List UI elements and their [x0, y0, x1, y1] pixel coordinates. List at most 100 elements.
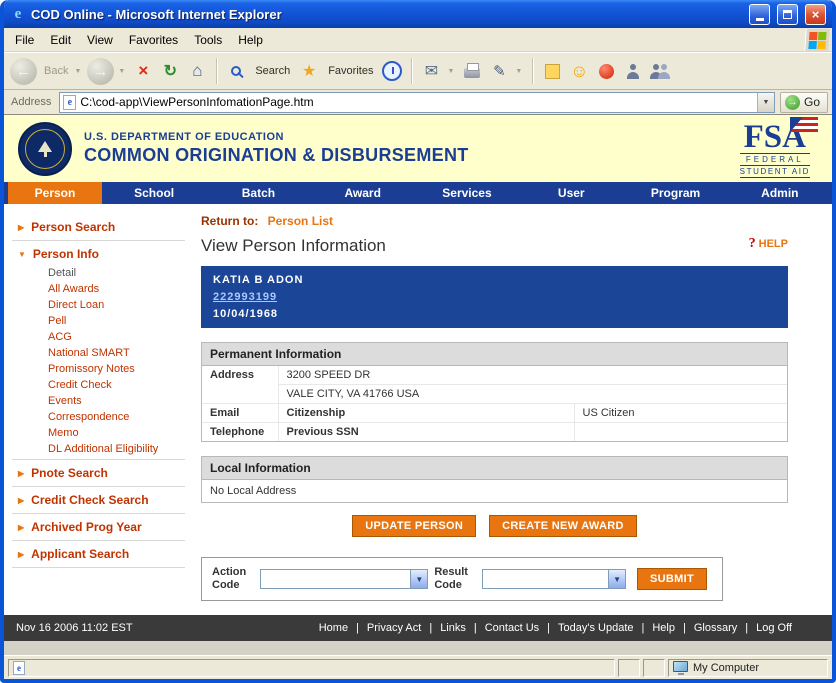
menu-favorites[interactable]: Favorites: [121, 30, 186, 50]
sidebar-subitem-correspondence[interactable]: Correspondence: [12, 409, 185, 425]
address-input[interactable]: [80, 95, 753, 109]
minimize-button[interactable]: [749, 4, 770, 25]
menu-file[interactable]: File: [7, 30, 42, 50]
mail-dropdown-icon[interactable]: ▼: [447, 68, 454, 75]
previous-ssn-label: Previous SSN: [278, 423, 574, 442]
people-button[interactable]: [648, 58, 672, 84]
messenger-button[interactable]: ☺: [567, 58, 591, 84]
action-code-select[interactable]: ▼: [260, 569, 429, 589]
address-dropdown-button[interactable]: ▼: [757, 93, 774, 112]
close-button[interactable]: ×: [805, 4, 826, 25]
sidebar-subitem-direct-loan[interactable]: Direct Loan: [12, 297, 185, 313]
toolbar-divider: [216, 58, 217, 84]
sidebar-item-archived-prog-year[interactable]: ▶ Archived Prog Year: [12, 516, 185, 538]
status-zone-pane: My Computer: [668, 659, 828, 677]
forward-dropdown-icon[interactable]: ▼: [118, 68, 125, 75]
sidebar-item-pnote-search[interactable]: ▶ Pnote Search: [12, 462, 185, 484]
smiley-icon: ☺: [570, 61, 588, 82]
sidebar-subitem-credit-check[interactable]: Credit Check: [12, 377, 185, 393]
back-button[interactable]: ←: [10, 58, 37, 85]
favorites-button[interactable]: ★: [297, 58, 321, 84]
sidebar-subitem-memo[interactable]: Memo: [12, 425, 185, 441]
sidebar-subitem-national-smart[interactable]: National SMART: [12, 345, 185, 361]
sidebar-subitem-pell[interactable]: Pell: [12, 313, 185, 329]
menu-edit[interactable]: Edit: [42, 30, 79, 50]
footer-link-todays-update[interactable]: Today's Update: [558, 622, 633, 634]
status-page-icon: e: [13, 661, 25, 675]
menu-help[interactable]: Help: [230, 30, 271, 50]
history-button[interactable]: [380, 58, 404, 84]
help-label: HELP: [759, 238, 788, 250]
result-code-select[interactable]: ▼: [482, 569, 626, 589]
fsa-federal: FEDERAL: [740, 153, 810, 166]
nav-tab-program[interactable]: Program: [623, 182, 727, 204]
fsa-flag-icon: [790, 117, 818, 132]
footer-link-help[interactable]: Help: [652, 622, 675, 634]
refresh-button[interactable]: ↻: [158, 58, 182, 84]
person-icon: [626, 64, 640, 79]
go-button[interactable]: → Go: [780, 92, 828, 113]
footer-link-log-off[interactable]: Log Off: [756, 622, 792, 634]
nav-tab-person[interactable]: Person: [8, 182, 102, 204]
contacts-button[interactable]: [621, 58, 645, 84]
sidebar-subitem-events[interactable]: Events: [12, 393, 185, 409]
create-new-award-button[interactable]: CREATE NEW AWARD: [489, 515, 637, 537]
mail-button[interactable]: ✉: [419, 58, 443, 84]
help-button[interactable]: ? HELP: [749, 236, 788, 252]
my-computer-label: My Computer: [693, 662, 759, 674]
sidebar-subitem-acg[interactable]: ACG: [12, 329, 185, 345]
update-person-button[interactable]: UPDATE PERSON: [352, 515, 476, 537]
print-button[interactable]: [460, 58, 484, 84]
forward-button[interactable]: →: [87, 58, 114, 85]
notes-button[interactable]: [540, 58, 564, 84]
arrow-right-icon: ▶: [18, 469, 24, 478]
footer-link-privacy-act[interactable]: Privacy Act: [367, 622, 421, 634]
search-button[interactable]: [224, 58, 248, 84]
footer-link-links[interactable]: Links: [440, 622, 466, 634]
maximize-button[interactable]: [777, 4, 798, 25]
person-ssn-link[interactable]: 222993199: [213, 291, 277, 303]
stop-icon: ×: [138, 61, 148, 81]
footer-link-glossary[interactable]: Glossary: [694, 622, 737, 634]
sidebar-item-person-info[interactable]: ▼ Person Info: [12, 243, 185, 265]
media-button[interactable]: [594, 58, 618, 84]
footer-link-contact-us[interactable]: Contact Us: [485, 622, 539, 634]
action-code-form: Action Code ▼ Result Code ▼ SUBMIT: [201, 557, 723, 601]
menu-view[interactable]: View: [79, 30, 121, 50]
sidebar-item-credit-check-search[interactable]: ▶ Credit Check Search: [12, 489, 185, 511]
home-button[interactable]: ⌂: [185, 58, 209, 84]
person-list-link[interactable]: Person List: [268, 214, 333, 228]
sidebar-subitem-all-awards[interactable]: All Awards: [12, 281, 185, 297]
edit-dropdown-icon[interactable]: ▼: [515, 68, 522, 75]
footer-link-home[interactable]: Home: [319, 622, 348, 634]
menu-tools[interactable]: Tools: [186, 30, 230, 50]
permanent-information-table: Address 3200 SPEED DR VALE CITY, VA 4176…: [202, 366, 787, 441]
sidebar-subitem-promissory-notes[interactable]: Promissory Notes: [12, 361, 185, 377]
submit-button[interactable]: SUBMIT: [637, 568, 707, 590]
edit-button[interactable]: ✎: [487, 58, 511, 84]
arrow-down-icon: ▼: [18, 250, 26, 259]
nav-tab-admin[interactable]: Admin: [728, 182, 832, 204]
refresh-icon: ↻: [164, 61, 177, 81]
nav-tab-award[interactable]: Award: [311, 182, 415, 204]
maximize-icon: [783, 10, 792, 19]
window-title: COD Online - Microsoft Internet Explorer: [31, 7, 742, 22]
address-line1: 3200 SPEED DR: [278, 366, 787, 385]
toolbar-divider: [532, 58, 533, 84]
sidebar-item-applicant-search[interactable]: ▶ Applicant Search: [12, 543, 185, 565]
permanent-information-panel: Permanent Information Address 3200 SPEED…: [201, 342, 788, 442]
nav-tab-batch[interactable]: Batch: [206, 182, 310, 204]
nav-tab-services[interactable]: Services: [415, 182, 519, 204]
edit-icon: ✎: [493, 62, 506, 80]
nav-tab-school[interactable]: School: [102, 182, 206, 204]
sidebar-item-person-search[interactable]: ▶ Person Search: [12, 216, 185, 238]
nav-tab-user[interactable]: User: [519, 182, 623, 204]
address-label: Address: [8, 96, 54, 108]
search-label: Search: [255, 65, 290, 77]
stop-button[interactable]: ×: [131, 58, 155, 84]
back-dropdown-icon[interactable]: ▼: [74, 68, 81, 75]
sidebar-subitem-dl-additional-eligibility[interactable]: DL Additional Eligibility: [12, 441, 185, 457]
sidebar-subitem-detail[interactable]: Detail: [12, 265, 185, 281]
search-icon: [231, 66, 241, 76]
go-label: Go: [804, 95, 820, 109]
